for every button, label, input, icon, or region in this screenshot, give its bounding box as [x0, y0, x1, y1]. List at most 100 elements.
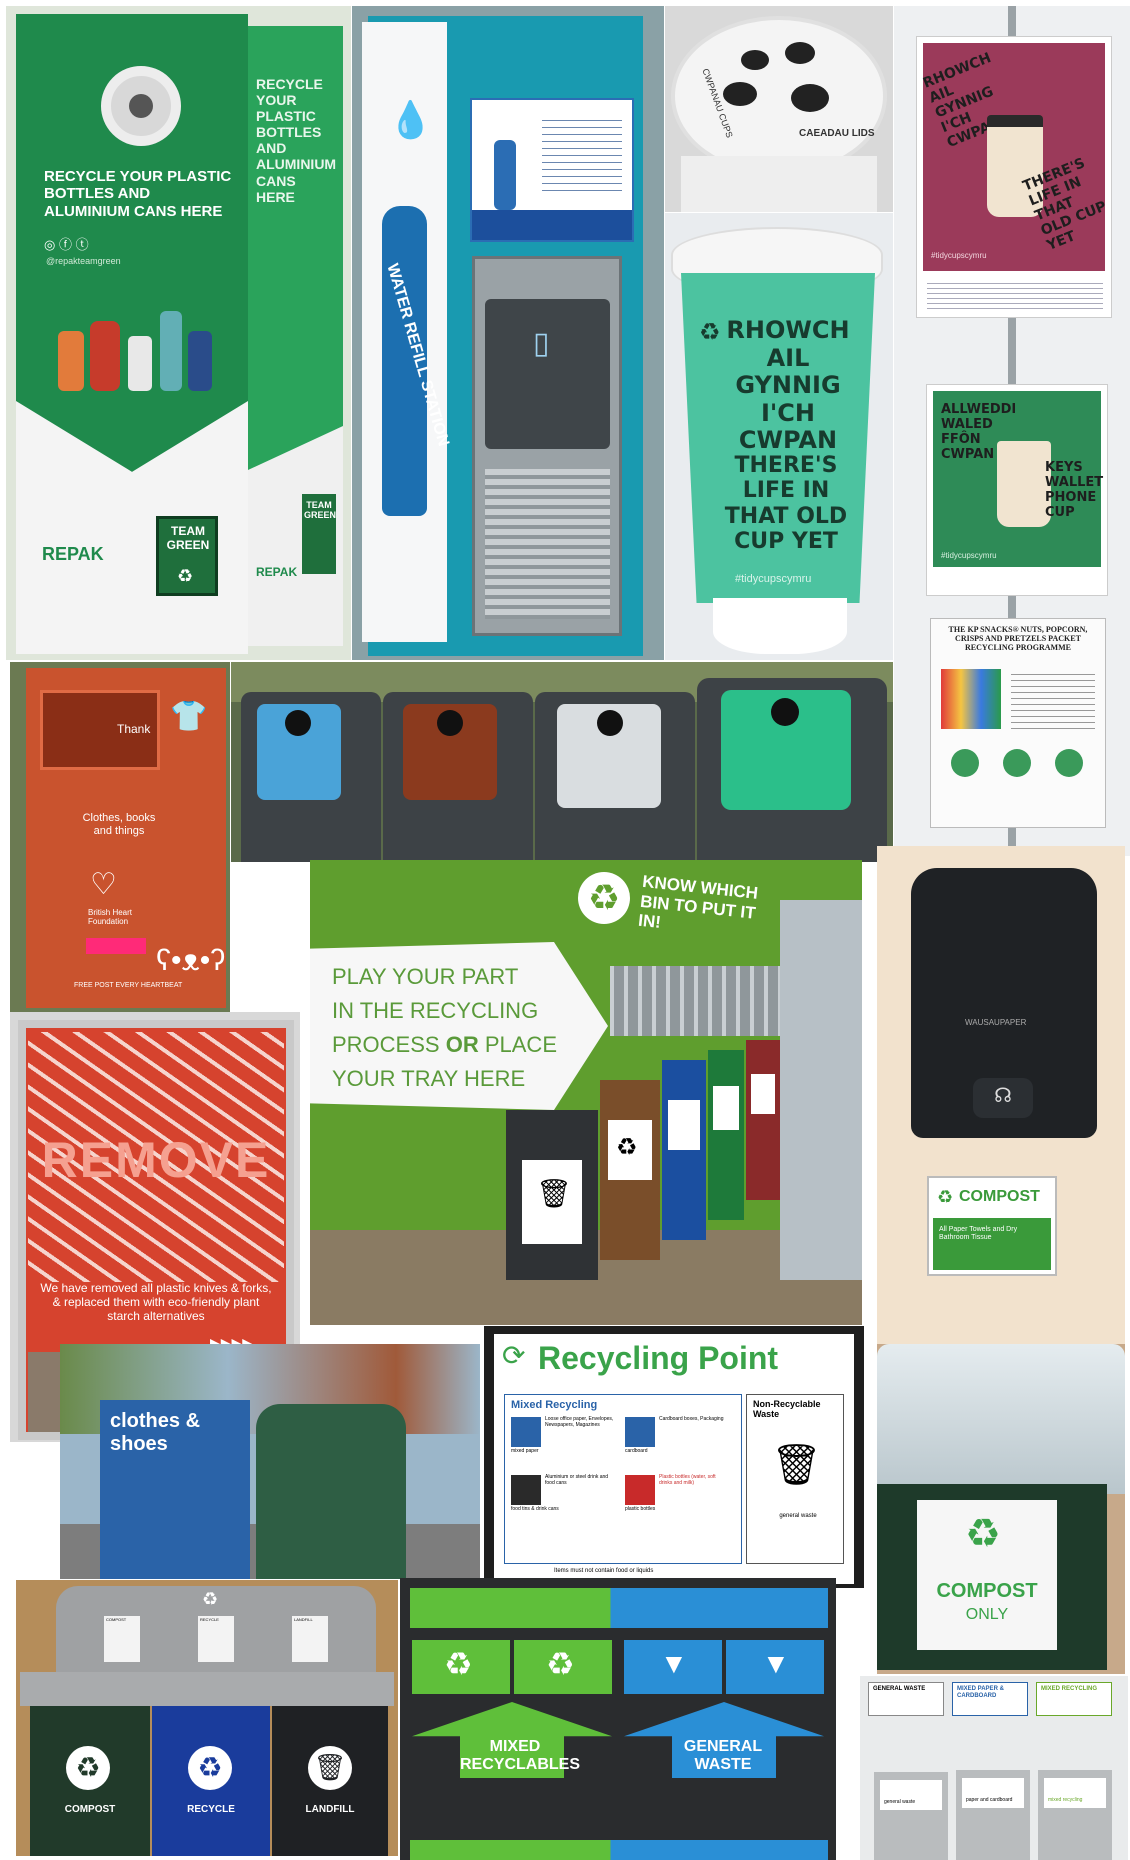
- glass-bin-clear[interactable]: [535, 692, 695, 862]
- recycle-icon: ♻: [578, 872, 630, 924]
- canteen-bin-green[interactable]: [708, 1050, 744, 1220]
- tray-rack[interactable]: [610, 966, 780, 1036]
- repak-porthole[interactable]: [101, 66, 181, 146]
- cup-lid: CWPANAU CUPS CAEADAU LIDS: [671, 16, 887, 176]
- cup-bin-hashtag: #tidycupscymru: [735, 573, 812, 585]
- plastic-bottle-icon: [625, 1475, 655, 1505]
- small-bin-general[interactable]: general waste: [874, 1772, 948, 1860]
- info-poster-text-block: [542, 114, 622, 194]
- bhf-bank-photo: Thank 👕 Clothes, books and things ♡ Brit…: [10, 662, 230, 1012]
- mixed-recycle-slot[interactable]: ♻: [514, 1640, 612, 1694]
- recycling-point-sign: ⟳ Recycling Point Mixed Recycling Loose …: [494, 1334, 854, 1584]
- coffee-cup-icon: [997, 441, 1051, 527]
- lid-hole[interactable]: [791, 84, 829, 112]
- kp-step-icon: [951, 749, 979, 777]
- bhf-text: Clothes, books and things: [82, 812, 156, 837]
- compost-icon: ♻: [937, 1187, 954, 1207]
- mixed-recycle-slot[interactable]: ♻: [412, 1640, 510, 1694]
- recycle-icon: ♻: [444, 1646, 473, 1682]
- fountain-unit[interactable]: ▯: [472, 256, 622, 636]
- bottle-fill-icon: ▯: [533, 327, 550, 360]
- tidy-cups-posters-photo: RHOWCH AIL GYNNIG I'CH CWPAN THERE'S LIF…: [894, 6, 1130, 856]
- poster-mid: ALLWEDDI WALED FFÔN CWPAN KEYS WALLET PH…: [926, 384, 1108, 596]
- bhf-chute[interactable]: Thank: [40, 690, 160, 770]
- bhf-pink-strip: [86, 938, 146, 954]
- recycle-icon: ♻: [177, 566, 194, 586]
- bottle-slot: [285, 710, 311, 736]
- teddy-bear-icon: ʕ•ᴥ•ʔ: [156, 944, 226, 977]
- compost-bin-liner: [877, 1344, 1125, 1494]
- lid-hole[interactable]: [723, 82, 757, 106]
- general-waste-slot[interactable]: ▼: [726, 1640, 824, 1694]
- small-bin-paper[interactable]: paper and cardboard: [956, 1770, 1030, 1860]
- remove-body: We have removed all plastic knives & for…: [40, 1281, 272, 1323]
- recycling-point-photo: ⟳ Recycling Point Mixed Recycling Loose …: [484, 1326, 864, 1588]
- canteen-wall-sign: KNOW WHICH BIN TO PUT IT IN!: [637, 871, 759, 933]
- compost-icon: ♻: [965, 1512, 1001, 1556]
- team-green-badge-side: TEAM GREEN: [302, 494, 336, 574]
- compost-icon: ♻: [66, 1746, 110, 1790]
- canteen-bin-red[interactable]: [746, 1040, 780, 1200]
- three-bins-photo: ♻ COMPOST RECYCLE LANDFILL ♻ COMPOST ♻ R…: [16, 1580, 398, 1856]
- tray-arrow-sign: PLAY YOUR PART IN THE RECYCLING PROCESS …: [310, 942, 608, 1110]
- canteen-bin-brown[interactable]: ♻: [600, 1080, 660, 1260]
- glass-bin-brown[interactable]: [383, 692, 533, 862]
- bin-compost[interactable]: ♻ COMPOST: [30, 1706, 150, 1856]
- three-bins-backboard: ♻ COMPOST RECYCLE LANDFILL: [56, 1586, 376, 1676]
- general-waste-bin-icon: 🗑: [771, 1443, 822, 1487]
- floor-bins-photo: ♻ ♻ ▼ ▼ MIXED RECYCLABLES GENERAL WASTE: [400, 1578, 836, 1860]
- label-general-waste: GENERAL WASTE: [868, 1682, 944, 1716]
- canteen-bin-general[interactable]: 🗑: [506, 1110, 598, 1280]
- team-green-badge: TEAM GREEN ♻: [156, 516, 218, 596]
- small-bin-mixed[interactable]: mixed recycling: [1038, 1770, 1112, 1860]
- repak-logo-side: REPAK: [256, 565, 298, 579]
- kp-step-icon: [1003, 749, 1031, 777]
- general-waste-slot[interactable]: ▼: [624, 1640, 722, 1694]
- mixed-recycling-panel: Mixed Recycling Loose office paper, Enve…: [504, 1394, 742, 1564]
- compost-bin-photo: ♻ COMPOST ONLY: [877, 1344, 1125, 1674]
- towel-dispenser[interactable]: WAUSAUPAPER ☊: [911, 868, 1097, 1138]
- recycling-point-title: Recycling Point: [538, 1340, 779, 1376]
- compost-label-title: COMPOST: [959, 1188, 1040, 1205]
- cup-bin-base: [713, 598, 847, 654]
- poster-mid-hashtag: #tidycupscymru: [941, 551, 997, 560]
- lid-hole[interactable]: [741, 50, 769, 70]
- social-icons: ◎ ⓕ ⓣ: [44, 237, 89, 252]
- canteen-bin-blue[interactable]: [662, 1060, 706, 1240]
- cup-lid-photo: CWPANAU CUPS CAEADAU LIDS: [665, 6, 893, 212]
- canteen-corridor: [780, 900, 862, 1280]
- compost-label-plate: ♻ COMPOST All Paper Towels and Dry Bathr…: [927, 1176, 1057, 1276]
- label-paper: MIXED PAPER & CARDBOARD: [952, 1682, 1028, 1716]
- bin-recycle[interactable]: ♻ RECYCLE: [152, 1706, 270, 1856]
- bin-landfill[interactable]: 🗑 LANDFILL: [272, 1706, 388, 1856]
- compost-bin[interactable]: ♻ COMPOST ONLY: [877, 1484, 1107, 1670]
- repak-kiosk-photo: RECYCLE YOUR PLASTIC BOTTLES AND ALUMINI…: [6, 6, 351, 660]
- lid-hole[interactable]: [785, 42, 815, 64]
- kp-packets: [941, 669, 1001, 729]
- cup-icon: ▼: [762, 1648, 790, 1679]
- clothes-bank-blue[interactable]: clothes & shoes: [100, 1400, 250, 1579]
- person-bin-icon: 🗑: [536, 1178, 572, 1209]
- glass-bins-photo: [231, 662, 893, 862]
- cup-lid-rim: [681, 156, 877, 212]
- cup-icon: ▼: [660, 1648, 688, 1679]
- glass-bin-blue[interactable]: [241, 692, 381, 862]
- compost-only-title: COMPOST: [936, 1580, 1038, 1602]
- mixed-recycling-heading: Mixed Recycling: [511, 1399, 598, 1411]
- info-poster: [470, 98, 634, 242]
- kp-step-icon: [1055, 749, 1083, 777]
- trash-can-icon: 🗑: [308, 1746, 352, 1790]
- poster-mid-english: KEYS WALLET PHONE CUP: [1045, 460, 1104, 520]
- recycle-icon: ♻: [202, 1589, 219, 1609]
- arrow-general-label: GENERAL WASTE: [683, 1738, 763, 1774]
- three-bins-top: [20, 1672, 394, 1706]
- street-bin-green[interactable]: [256, 1404, 406, 1579]
- glass-bin-green[interactable]: [697, 678, 887, 862]
- cans-icon: [511, 1475, 541, 1505]
- recycle-icon: ♻: [546, 1646, 575, 1682]
- bhf-footer: FREE POST EVERY HEARTBEAT: [74, 982, 183, 989]
- bottles-illustration: [48, 291, 218, 401]
- cardboard-icon: [625, 1417, 655, 1447]
- non-recyclable-heading: Non-Recyclable Waste: [753, 1399, 821, 1420]
- floor-bins-top-strip: [410, 1588, 828, 1628]
